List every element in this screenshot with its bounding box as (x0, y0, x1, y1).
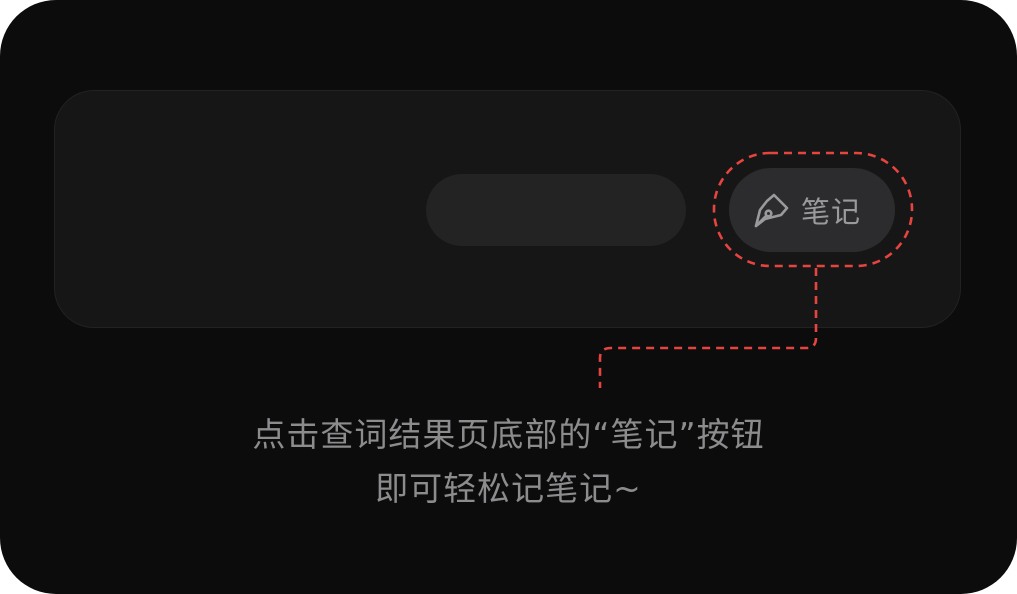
placeholder-pill-button[interactable] (426, 174, 686, 246)
caption-line-1: 点击查词结果页底部的“笔记”按钮 (252, 415, 765, 454)
caption-line-2: 即可轻松记笔记~ (375, 469, 642, 508)
note-button-label: 笔记 (801, 195, 862, 229)
pen-nib-icon (751, 189, 793, 231)
note-button[interactable]: 笔记 (729, 168, 895, 252)
screen: 笔记 点击查词结果页底部的“笔记”按钮 即可轻松记笔记~ (0, 0, 1017, 594)
